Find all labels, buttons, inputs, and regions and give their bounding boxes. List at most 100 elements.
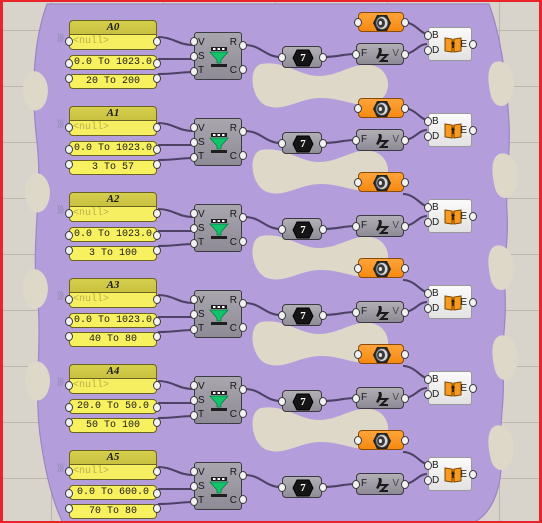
input-grip[interactable] <box>354 350 362 359</box>
output-grip[interactable] <box>239 65 247 74</box>
slider-range-secondary[interactable]: 3 To 57 <box>69 160 157 175</box>
slider-range-primary[interactable]: 0.0 To 1023.0 <box>69 55 157 70</box>
expression-node-A0[interactable]: F V <box>352 43 409 65</box>
input-grip[interactable] <box>354 178 362 187</box>
input-grip[interactable] <box>354 104 362 113</box>
slider-range-primary[interactable]: 0.0 To 1023.0 <box>69 313 157 328</box>
input-grip[interactable] <box>190 209 198 218</box>
output-grip[interactable] <box>153 145 161 154</box>
input-grip[interactable] <box>424 117 432 126</box>
output-grip[interactable] <box>153 74 161 83</box>
input-grip[interactable] <box>354 264 362 273</box>
output-grip[interactable] <box>401 18 409 27</box>
output-grip[interactable] <box>319 139 327 148</box>
output-grip[interactable] <box>153 37 161 46</box>
output-grip[interactable] <box>401 222 409 231</box>
output-grip[interactable] <box>401 480 409 489</box>
input-grip[interactable] <box>424 218 432 227</box>
output-grip[interactable] <box>153 489 161 498</box>
expression-node-A3[interactable]: F V <box>352 301 409 323</box>
slider-range-secondary[interactable]: 70 To 80 <box>69 504 157 519</box>
orange-disc-node-A2[interactable] <box>354 172 409 192</box>
output-grip[interactable] <box>153 123 161 132</box>
input-grip[interactable] <box>190 52 198 61</box>
input-grip[interactable] <box>424 289 432 298</box>
grasshopper-canvas[interactable]: ))) A0 <null> 0.0 To 1023.0 20 To 200 V … <box>0 0 542 523</box>
output-grip[interactable] <box>469 40 477 49</box>
output-grip[interactable] <box>401 136 409 145</box>
slider-range-secondary[interactable]: 3 To 100 <box>69 246 157 261</box>
input-grip[interactable] <box>424 31 432 40</box>
expression-node-A5[interactable]: F V <box>352 473 409 495</box>
remap-component-A3[interactable]: V S T R C <box>190 290 247 338</box>
panel-node-A5[interactable]: B D E <box>424 457 477 491</box>
output-grip[interactable] <box>239 385 247 394</box>
output-grip[interactable] <box>239 299 247 308</box>
input-grip[interactable] <box>352 480 360 489</box>
slider-group-A2[interactable]: A2 <null> 0.0 To 1023.0 3 To 100 <box>65 192 161 261</box>
output-grip[interactable] <box>153 381 161 390</box>
slider-group-A0[interactable]: A0 <null> 0.0 To 1023.0 20 To 200 <box>65 20 161 89</box>
input-grip[interactable] <box>424 304 432 313</box>
input-grip[interactable] <box>352 50 360 59</box>
input-grip[interactable] <box>278 311 286 320</box>
slider-range-primary[interactable]: 0.0 To 1023.0 <box>69 141 157 156</box>
input-grip[interactable] <box>65 231 73 240</box>
output-grip[interactable] <box>239 151 247 160</box>
input-grip[interactable] <box>65 295 73 304</box>
input-grip[interactable] <box>190 325 198 334</box>
orange-disc-node-A0[interactable] <box>354 12 409 32</box>
number-node-A3[interactable]: 7 <box>278 304 327 326</box>
output-grip[interactable] <box>153 59 161 68</box>
input-grip[interactable] <box>190 310 198 319</box>
input-grip[interactable] <box>424 132 432 141</box>
output-grip[interactable] <box>153 332 161 341</box>
output-grip[interactable] <box>153 467 161 476</box>
input-grip[interactable] <box>190 239 198 248</box>
output-grip[interactable] <box>401 394 409 403</box>
expression-node-A4[interactable]: F V <box>352 387 409 409</box>
number-node-A2[interactable]: 7 <box>278 218 327 240</box>
output-grip[interactable] <box>469 470 477 479</box>
number-node-A0[interactable]: 7 <box>278 46 327 68</box>
output-grip[interactable] <box>319 225 327 234</box>
input-grip[interactable] <box>278 139 286 148</box>
input-grip[interactable] <box>424 203 432 212</box>
remap-component-A0[interactable]: V S T R C <box>190 32 247 80</box>
output-grip[interactable] <box>239 471 247 480</box>
input-grip[interactable] <box>190 295 198 304</box>
slider-range-primary[interactable]: 20.0 To 50.0 <box>69 399 157 414</box>
number-node-A5[interactable]: 7 <box>278 476 327 498</box>
output-grip[interactable] <box>153 418 161 427</box>
number-node-A1[interactable]: 7 <box>278 132 327 154</box>
input-grip[interactable] <box>65 160 73 169</box>
output-grip[interactable] <box>153 209 161 218</box>
output-grip[interactable] <box>239 409 247 418</box>
slider-group-A5[interactable]: A5 <null> 0.0 To 600.0 70 To 80 <box>65 450 161 519</box>
input-grip[interactable] <box>352 136 360 145</box>
input-grip[interactable] <box>65 59 73 68</box>
input-grip[interactable] <box>65 489 73 498</box>
input-grip[interactable] <box>190 482 198 491</box>
input-grip[interactable] <box>190 123 198 132</box>
input-grip[interactable] <box>65 381 73 390</box>
output-grip[interactable] <box>401 50 409 59</box>
output-grip[interactable] <box>401 350 409 359</box>
input-grip[interactable] <box>190 37 198 46</box>
output-grip[interactable] <box>239 41 247 50</box>
input-grip[interactable] <box>65 37 73 46</box>
input-grip[interactable] <box>354 18 362 27</box>
input-grip[interactable] <box>190 153 198 162</box>
output-grip[interactable] <box>319 397 327 406</box>
input-grip[interactable] <box>65 504 73 513</box>
output-grip[interactable] <box>153 317 161 326</box>
orange-disc-node-A5[interactable] <box>354 430 409 450</box>
input-grip[interactable] <box>352 222 360 231</box>
remap-component-A1[interactable]: V S T R C <box>190 118 247 166</box>
input-grip[interactable] <box>65 145 73 154</box>
slider-range-primary[interactable]: 0.0 To 1023.0 <box>69 227 157 242</box>
output-grip[interactable] <box>319 53 327 62</box>
input-grip[interactable] <box>278 483 286 492</box>
slider-range-secondary[interactable]: 50 To 100 <box>69 418 157 433</box>
panel-node-A4[interactable]: B D E <box>424 371 477 405</box>
